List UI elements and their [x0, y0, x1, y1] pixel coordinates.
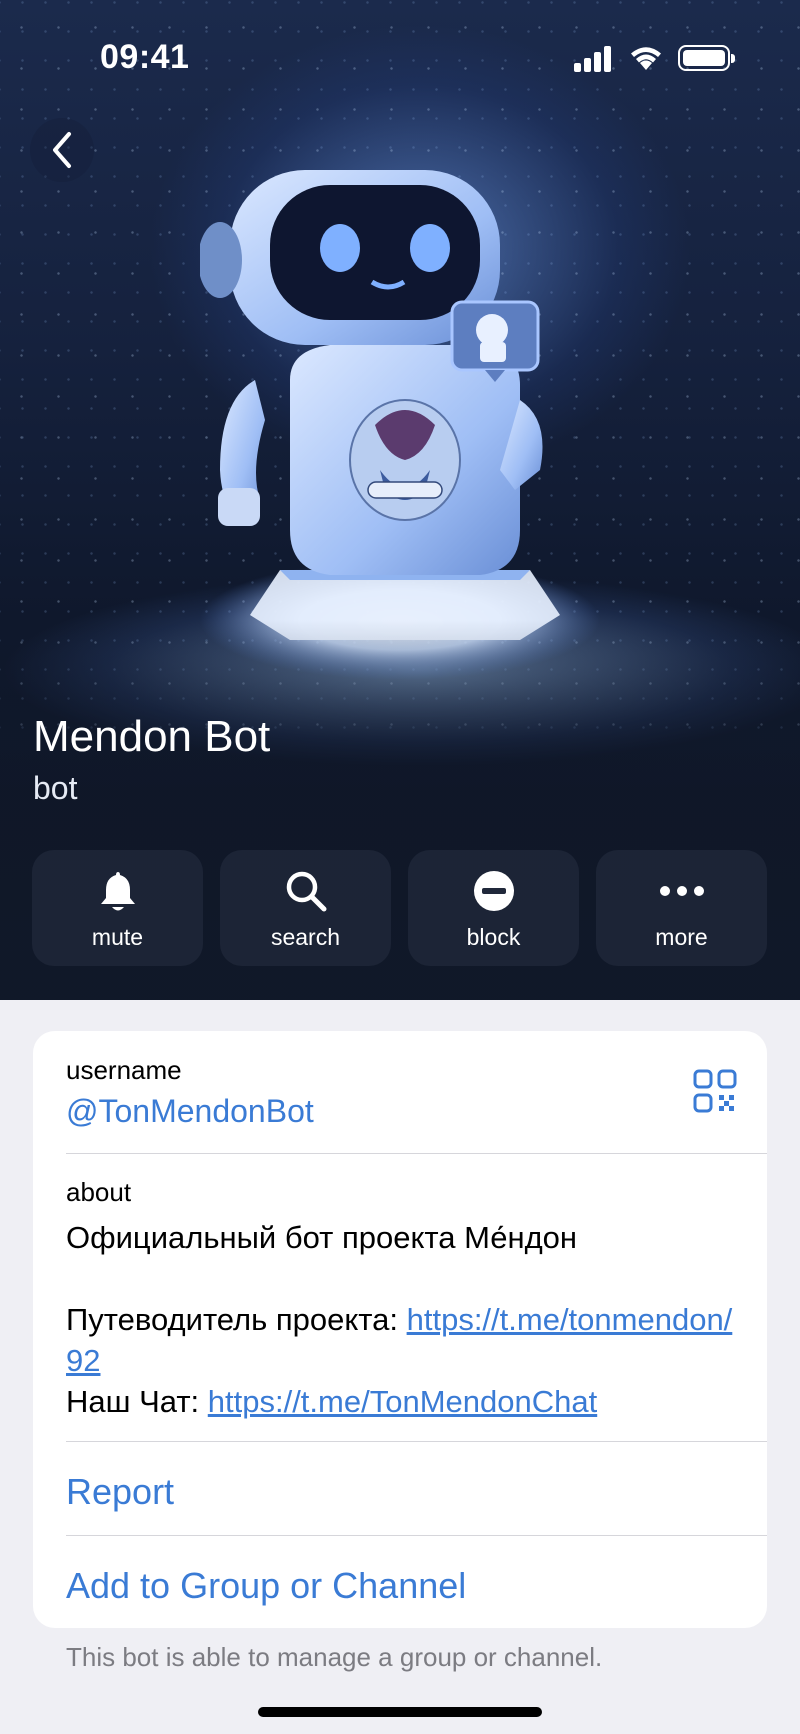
profile-subtitle: bot — [33, 770, 78, 806]
about-label: about — [66, 1177, 132, 1207]
bell-icon — [95, 868, 141, 914]
chat-prefix: Наш Чат: — [66, 1384, 208, 1419]
chevron-left-icon — [53, 132, 71, 168]
chat-line: Наш Чат: https://t.me/TonMendonChat — [66, 1381, 746, 1422]
block-label: block — [466, 924, 521, 950]
cellular-signal-icon — [574, 46, 614, 72]
divider — [66, 1153, 767, 1154]
wifi-icon — [631, 47, 661, 70]
username-value[interactable]: @TonMendonBot — [66, 1093, 314, 1130]
divider — [66, 1535, 767, 1536]
about-description: Официальный бот проекта Ме́ндон — [66, 1220, 578, 1255]
profile-name: Mendon Bot — [33, 712, 271, 761]
search-label: search — [270, 924, 341, 950]
status-time: 09:41 — [100, 38, 190, 76]
guide-prefix: Путеводитель проекта: — [66, 1302, 407, 1337]
add-to-group-button[interactable]: Add to Group or Channel — [66, 1565, 466, 1607]
report-button[interactable]: Report — [66, 1471, 174, 1513]
search-icon — [283, 868, 329, 914]
more-icon — [659, 868, 705, 914]
footer-note: This bot is able to manage a group or ch… — [66, 1642, 603, 1672]
bot-avatar-illustration — [200, 170, 600, 680]
block-icon — [471, 868, 517, 914]
qr-code-icon[interactable] — [693, 1069, 737, 1113]
profile-header: 09:41 Mendon Bot bot mute search block m… — [0, 0, 800, 1000]
search-button[interactable]: search — [220, 850, 391, 966]
more-label: more — [655, 924, 708, 950]
mute-label: mute — [91, 924, 144, 950]
home-indicator — [258, 1707, 542, 1717]
status-bar: 09:41 — [0, 0, 800, 110]
mute-button[interactable]: mute — [32, 850, 203, 966]
chat-link[interactable]: https://t.me/TonMendonChat — [208, 1384, 597, 1419]
battery-icon — [678, 45, 735, 71]
username-label: username — [66, 1055, 182, 1085]
profile-actions: mute search block more — [32, 850, 768, 966]
block-button[interactable]: block — [408, 850, 579, 966]
info-card: username @TonMendonBot about Официальный… — [33, 1031, 767, 1628]
back-button[interactable] — [30, 118, 94, 182]
divider — [66, 1441, 767, 1442]
more-button[interactable]: more — [596, 850, 767, 966]
guide-line: Путеводитель проекта: https://t.me/tonme… — [66, 1299, 746, 1381]
about-text: Официальный бот проекта Ме́ндон Путеводи… — [66, 1217, 746, 1422]
